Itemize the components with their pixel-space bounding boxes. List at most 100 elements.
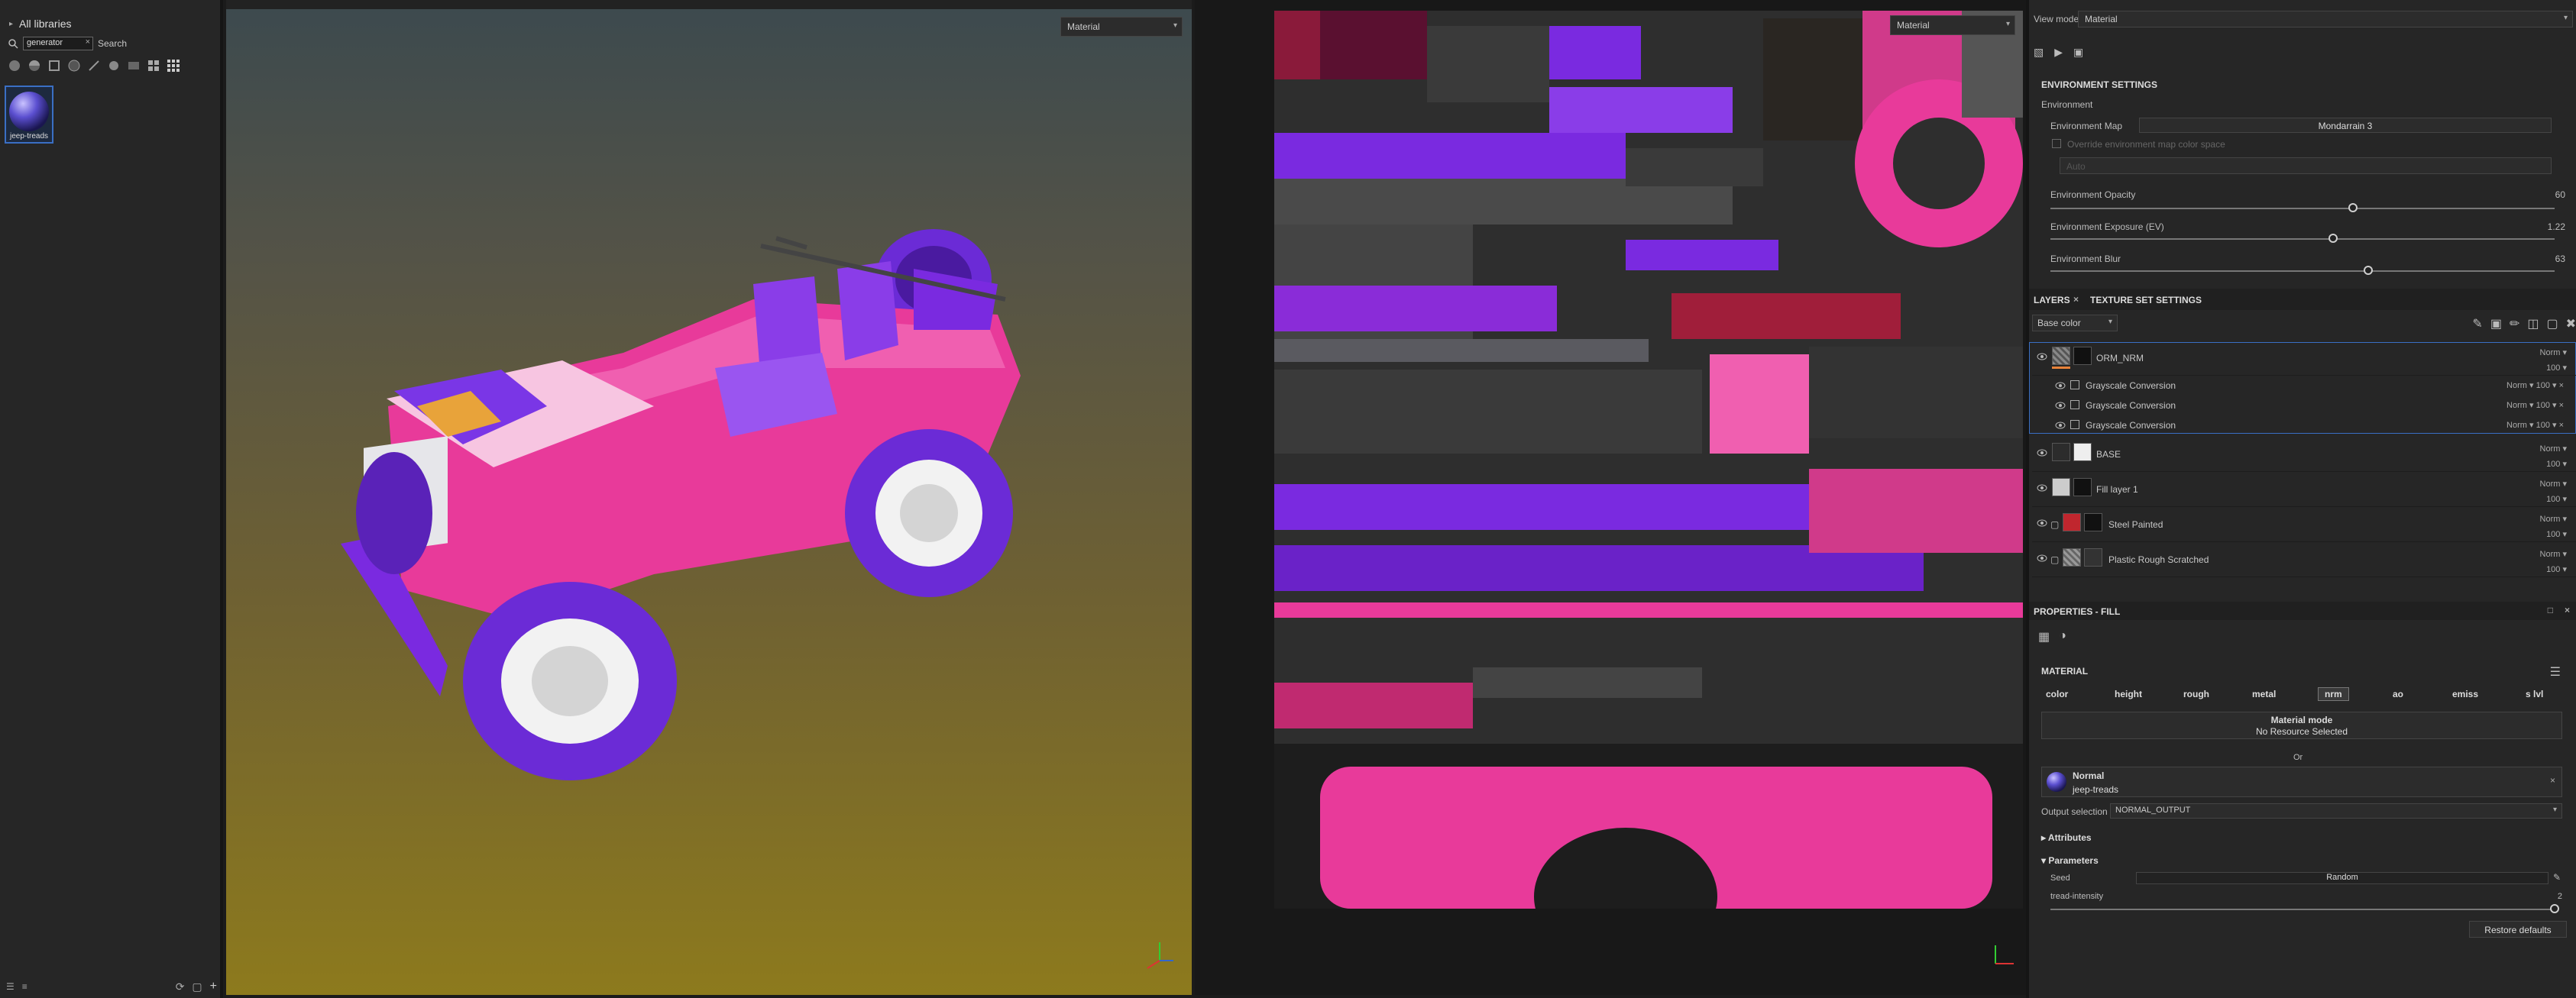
delete-layer-icon[interactable]: ✖ <box>2566 316 2576 331</box>
video-icon[interactable]: ▶ <box>2054 46 2063 63</box>
environment-map-field[interactable]: Mondarrain 3 <box>2139 118 2552 133</box>
color-space-dropdown[interactable]: Auto <box>2060 157 2552 174</box>
tab-texture-set-settings[interactable]: TEXTURE SET SETTINGS <box>2090 295 2202 305</box>
library-asset-thumbnail[interactable]: jeep-treads <box>5 86 53 144</box>
filter-textures-icon[interactable] <box>47 59 61 73</box>
list-view-icon[interactable]: ≡ <box>22 981 28 992</box>
tread-intensity-knob[interactable] <box>2550 904 2559 913</box>
channel-metal-toggle[interactable]: metal <box>2252 689 2276 699</box>
eye-icon[interactable] <box>2037 484 2047 492</box>
clear-search-icon[interactable]: × <box>86 37 90 47</box>
effect-blend[interactable]: Norm ▾ 100 ▾ × <box>2506 420 2564 430</box>
library-header[interactable]: ▸ All libraries <box>9 15 72 32</box>
add-fill-layer-icon[interactable]: ◫ <box>2527 316 2539 331</box>
environment-opacity-knob[interactable] <box>2348 203 2358 212</box>
frame-icon[interactable]: ▣ <box>2073 46 2083 63</box>
effect-row[interactable]: Grayscale Conversion Norm ▾ 100 ▾ × <box>2032 415 2576 435</box>
filter-generators-icon[interactable] <box>107 59 121 73</box>
effect-blend[interactable]: Norm ▾ 100 ▾ × <box>2506 380 2564 390</box>
eye-icon[interactable] <box>2037 449 2047 457</box>
layer-blend[interactable]: Norm ▾ 100 ▾ <box>2540 476 2567 507</box>
edit-seed-icon[interactable]: ✎ <box>2553 872 2561 883</box>
environment-blur-knob[interactable] <box>2363 266 2373 275</box>
seed-field[interactable]: Random <box>2136 872 2548 884</box>
eye-icon[interactable] <box>2037 554 2047 562</box>
tread-intensity-slider[interactable] <box>2050 909 2555 910</box>
parameters-section[interactable]: ▾ Parameters <box>2041 855 2099 866</box>
close-icon[interactable]: × <box>2565 605 2570 615</box>
layer-blend[interactable]: Norm ▾ 100 ▾ <box>2540 345 2567 376</box>
viewport-2d[interactable]: Material ▾ <box>1195 0 2026 995</box>
material-sphere-icon <box>9 92 49 131</box>
add-effect-icon[interactable]: ✎ <box>2472 316 2482 331</box>
add-folder-icon[interactable]: ▢ <box>2546 316 2558 331</box>
channel-nrm-toggle[interactable]: nrm <box>2318 687 2349 701</box>
layer-blend-mode: Norm <box>2539 348 2561 357</box>
layer-row[interactable]: Fill layer 1 Norm ▾ 100 ▾ <box>2032 473 2576 507</box>
view-mode-dropdown[interactable]: Material ▾ <box>2078 11 2573 27</box>
eye-icon[interactable] <box>2037 353 2047 360</box>
filter-smart-materials-icon[interactable] <box>28 59 41 73</box>
environment-opacity-slider[interactable] <box>2050 208 2555 209</box>
channel-color-toggle[interactable]: color <box>2046 689 2068 699</box>
close-tab-icon[interactable]: × <box>2073 294 2079 305</box>
maximize-icon[interactable]: □ <box>2548 605 2553 615</box>
layer-row[interactable]: ORM_NRM Norm ▾ 100 ▾ <box>2032 342 2576 376</box>
material-menu-icon[interactable]: ☰ <box>2550 664 2561 680</box>
attributes-section[interactable]: ▸ Attributes <box>2041 832 2092 843</box>
search-input[interactable]: generator × <box>23 37 93 50</box>
uv-texture-canvas[interactable] <box>1274 11 2023 909</box>
add-icon[interactable]: + <box>210 980 217 993</box>
restore-defaults-button[interactable]: Restore defaults <box>2469 921 2567 938</box>
eye-icon[interactable] <box>2055 402 2066 409</box>
layer-blend[interactable]: Norm ▾ 100 ▾ <box>2540 512 2567 542</box>
effect-blend[interactable]: Norm ▾ 100 ▾ × <box>2506 400 2564 410</box>
filter-procedurals-icon[interactable] <box>67 59 81 73</box>
eye-icon[interactable] <box>2055 382 2066 389</box>
output-selection-dropdown[interactable]: NORMAL_OUTPUT ▾ <box>2110 803 2562 819</box>
layer-name: Fill layer 1 <box>2096 484 2138 495</box>
viewport-2d-mode-dropdown[interactable]: Material ▾ <box>1890 15 2015 35</box>
tab-layers[interactable]: LAYERS <box>2034 295 2070 305</box>
refresh-icon[interactable]: ⟳ <box>176 980 185 993</box>
filter-grid-icon[interactable] <box>147 59 160 73</box>
channel-emiss-toggle[interactable]: emiss <box>2452 689 2478 699</box>
material-mode-box[interactable]: Material mode No Resource Selected <box>2041 712 2562 739</box>
eye-icon[interactable] <box>2055 421 2066 429</box>
camera-settings-icon[interactable]: ▧ <box>2034 46 2044 63</box>
resource-box[interactable]: Normal jeep-treads × <box>2041 767 2562 797</box>
layer-row[interactable]: ▢ Plastic Rough Scratched Norm ▾ 100 ▾ <box>2032 544 2576 577</box>
viewport-3d[interactable]: Material ▾ <box>226 0 1192 995</box>
fill-properties-icon[interactable]: ▦ <box>2038 629 2050 646</box>
channel-height-toggle[interactable]: height <box>2115 689 2142 699</box>
override-color-space-checkbox[interactable] <box>2052 139 2061 148</box>
eye-icon[interactable] <box>2037 519 2047 527</box>
environment-blur-slider[interactable] <box>2050 270 2555 272</box>
add-mask-icon[interactable]: ▣ <box>2490 316 2502 331</box>
folder-icon[interactable]: ▢ <box>192 980 202 993</box>
material-sphere-icon <box>2047 772 2066 792</box>
filter-materials-icon[interactable] <box>8 59 21 73</box>
layer-blend[interactable]: Norm ▾ 100 ▾ <box>2540 441 2567 472</box>
filter-all-icon[interactable] <box>167 59 180 73</box>
settings-icon[interactable]: ☰ <box>6 981 15 992</box>
channel-slvl-toggle[interactable]: s lvl <box>2526 689 2543 699</box>
environment-exposure-knob[interactable] <box>2328 234 2338 243</box>
filter-brushes-icon[interactable] <box>87 59 101 73</box>
environment-exposure-slider[interactable] <box>2050 238 2555 240</box>
layers-tab-bar: LAYERS × TEXTURE SET SETTINGS <box>2029 289 2576 310</box>
material-properties-icon[interactable]: ◑ <box>2059 629 2066 646</box>
effect-row[interactable]: Grayscale Conversion Norm ▾ 100 ▾ × <box>2032 396 2576 415</box>
layer-row[interactable]: BASE Norm ▾ 100 ▾ <box>2032 438 2576 472</box>
filter-filters-icon[interactable] <box>127 59 141 73</box>
layer-row[interactable]: ▢ Steel Painted Norm ▾ 100 ▾ <box>2032 509 2576 542</box>
layer-blend[interactable]: Norm ▾ 100 ▾ <box>2540 547 2567 577</box>
channel-rough-toggle[interactable]: rough <box>2183 689 2209 699</box>
add-paint-layer-icon[interactable]: ✏ <box>2510 316 2519 331</box>
layer-blend-mode: Norm <box>2539 480 2561 489</box>
remove-resource-icon[interactable]: × <box>2550 775 2555 786</box>
effect-opacity: 100 <box>2536 421 2550 430</box>
channel-dropdown[interactable]: Base color ▾ <box>2032 315 2118 331</box>
effect-row[interactable]: Grayscale Conversion Norm ▾ 100 ▾ × <box>2032 376 2576 396</box>
channel-ao-toggle[interactable]: ao <box>2393 689 2403 699</box>
